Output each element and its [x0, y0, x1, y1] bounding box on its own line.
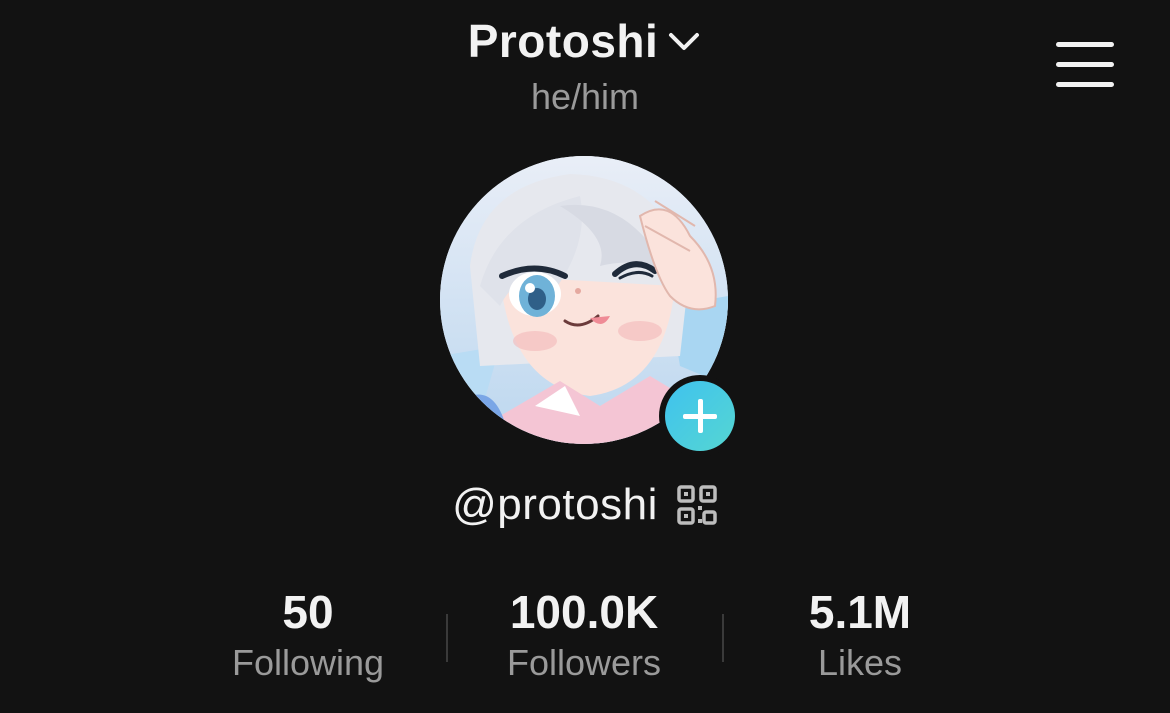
qr-code-icon[interactable] — [676, 484, 718, 526]
chevron-down-icon — [669, 33, 700, 50]
handle-row: @protoshi — [0, 480, 1170, 530]
username-handle: @protoshi — [452, 480, 658, 529]
stat-followers[interactable]: 100.0K Followers — [454, 584, 714, 684]
profile-page: Protoshi he/him @protoshi 50 Following 1… — [0, 0, 1170, 713]
stat-label: Followers — [506, 642, 662, 683]
stat-value: 5.1M — [808, 586, 912, 638]
display-name: Protoshi — [467, 15, 659, 67]
stat-value: 50 — [282, 586, 334, 638]
plus-icon — [665, 381, 735, 451]
hamburger-menu-icon[interactable] — [1056, 42, 1114, 88]
stat-value: 100.0K — [509, 586, 659, 638]
pronouns: he/him — [530, 76, 640, 117]
stat-divider — [446, 614, 448, 662]
profile-header: Protoshi he/him — [0, 14, 1170, 118]
stat-following[interactable]: 50 Following — [178, 584, 438, 684]
account-switcher[interactable]: Protoshi — [468, 14, 703, 68]
stat-label: Likes — [817, 642, 903, 683]
stat-divider — [722, 614, 724, 662]
stat-label: Following — [231, 642, 385, 683]
profile-stats: 50 Following 100.0K Followers 5.1M Likes — [0, 584, 1170, 694]
stat-likes[interactable]: 5.1M Likes — [730, 584, 990, 684]
add-profile-photo-button[interactable] — [659, 375, 741, 457]
